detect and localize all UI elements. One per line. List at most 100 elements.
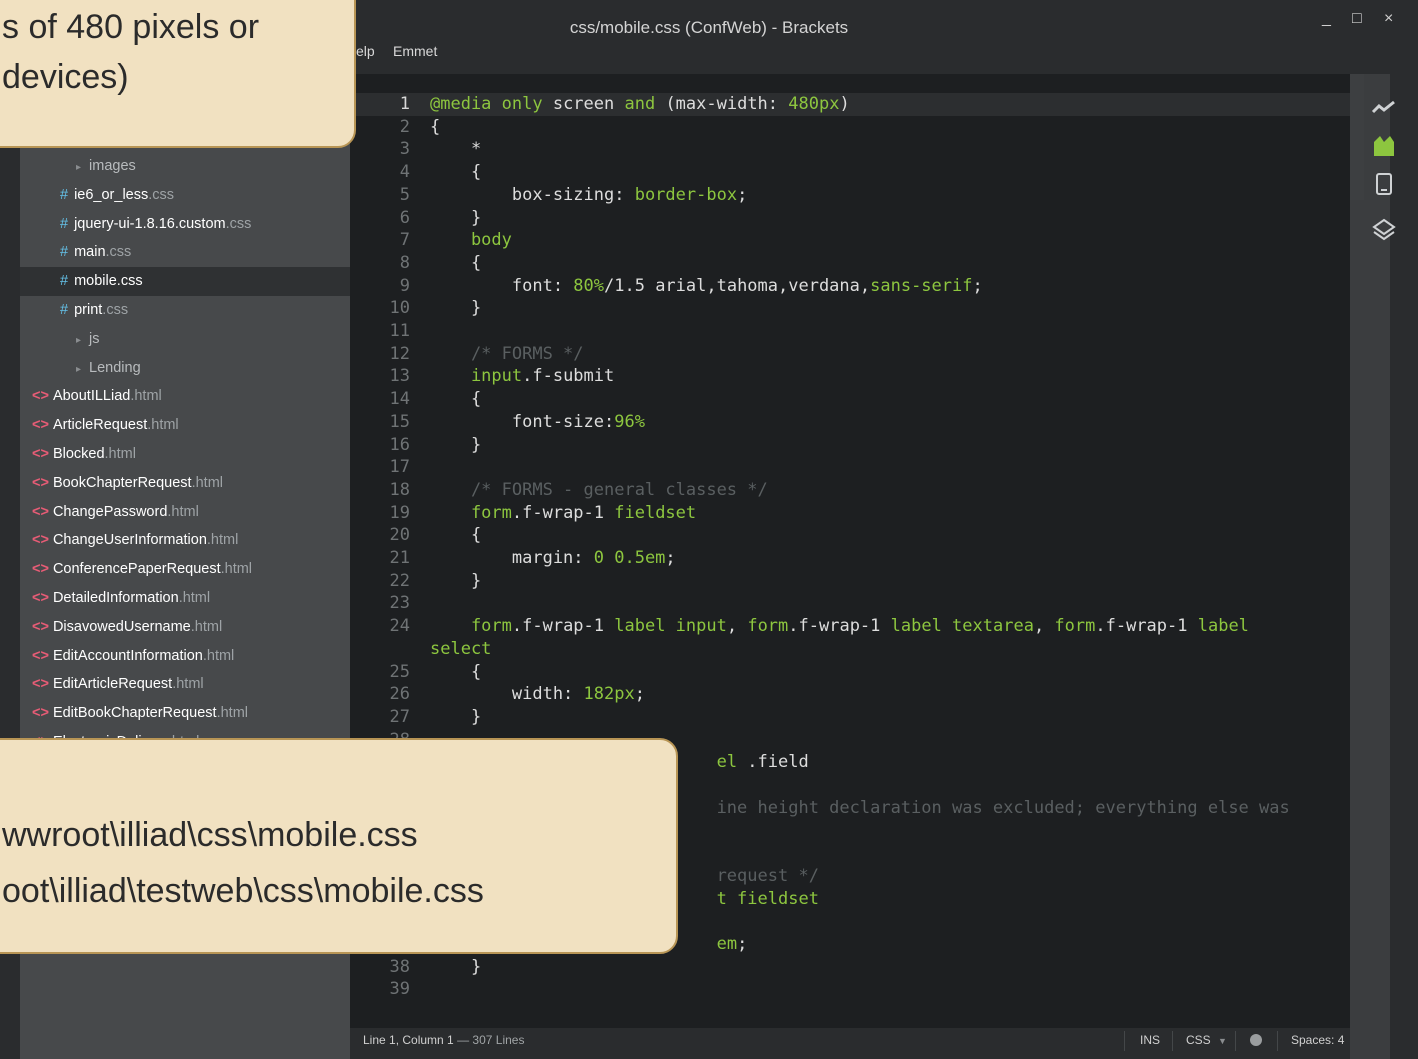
code-line[interactable]: 18 /* FORMS - general classes */ <box>350 479 1350 502</box>
code-token: label textarea <box>890 616 1034 637</box>
insert-mode-toggle[interactable]: INS <box>1140 1028 1160 1052</box>
menu-help[interactable]: elp <box>356 43 375 59</box>
code-line[interactable]: 27 } <box>350 706 1350 729</box>
code-text: form.f-wrap-1 fieldset <box>430 502 696 525</box>
layers-icon[interactable] <box>1370 216 1398 244</box>
line-number: 8 <box>399 252 410 273</box>
code-token: ) <box>839 94 850 114</box>
code-line[interactable]: 38 } <box>350 956 1350 979</box>
chevron-right-icon: ▸ <box>76 363 82 375</box>
code-line[interactable]: 10 } <box>350 297 1350 320</box>
file-name: mobile.css <box>74 273 143 290</box>
tree-file[interactable]: <> Blocked.html <box>20 440 350 469</box>
code-line[interactable]: 15 font-size:96% <box>350 411 1350 434</box>
code-text: form.f-wrap-1 label input, form.f-wrap-1… <box>430 615 1249 638</box>
tree-file[interactable]: <> ConferencePaperRequest.html <box>20 555 350 584</box>
code-text: } <box>430 297 481 320</box>
code-line[interactable]: 23 <box>350 592 1350 615</box>
tree-file[interactable]: <> DetailedInformation.html <box>20 584 350 613</box>
linter-status-icon[interactable] <box>1250 1034 1262 1046</box>
tree-file[interactable]: # mobile.css <box>20 267 350 297</box>
tree-file[interactable]: # main.css <box>20 238 350 267</box>
code-text: { <box>430 388 481 411</box>
code-line[interactable]: 11 <box>350 320 1350 343</box>
code-line[interactable]: 39 <box>350 978 1350 1001</box>
code-line[interactable]: 21 margin: 0 0.5em; <box>350 547 1350 570</box>
extension-manager-icon[interactable] <box>1370 132 1398 160</box>
code-line[interactable]: 1 @media only screen and (max-width: 480p… <box>350 93 1350 116</box>
tree-file[interactable]: <> EditBookChapterRequest.html <box>20 699 350 728</box>
code-token: label <box>1197 616 1249 637</box>
code-line[interactable]: 7 body <box>350 229 1350 252</box>
code-line[interactable]: 4 { <box>350 161 1350 184</box>
cursor-position-group: Line 1, Column 1 — 307 Lines <box>363 1028 524 1052</box>
code-text: input.f-submit <box>430 365 614 388</box>
line-number: 20 <box>389 525 410 546</box>
code-line[interactable]: select <box>350 638 1350 661</box>
maximize-button[interactable]: □ <box>1352 10 1362 28</box>
callout-file-paths: wwroot\illiad\css\mobile.css oot\illiad\… <box>0 738 678 954</box>
language-selector[interactable]: CSS ▼ <box>1186 1028 1227 1053</box>
indent-spaces[interactable]: Spaces: 4 <box>1291 1028 1344 1052</box>
tree-folder[interactable]: ▸ Lending <box>20 354 350 383</box>
code-line[interactable]: 3 * <box>350 138 1350 161</box>
code-line[interactable]: 16 } <box>350 434 1350 457</box>
callout-path-1: wwroot\illiad\css\mobile.css <box>2 816 418 854</box>
code-line[interactable]: 25 { <box>350 661 1350 684</box>
tree-file[interactable]: <> EditAccountInformation.html <box>20 642 350 671</box>
file-extension: .css <box>105 244 132 261</box>
cursor-position[interactable]: Line 1, Column 1 <box>363 1033 454 1047</box>
tree-folder[interactable]: ▸ images <box>20 152 350 181</box>
code-line[interactable]: 20 { <box>350 524 1350 547</box>
editor-scrollbar[interactable] <box>1350 74 1364 200</box>
tree-file[interactable]: # print.css <box>20 296 350 325</box>
code-token: margin: <box>430 548 594 568</box>
html-file-icon: <> <box>32 676 49 693</box>
code-line[interactable]: 13 input.f-submit <box>350 365 1350 388</box>
code-text: font-size:96% <box>430 411 645 434</box>
line-number: 23 <box>389 593 410 614</box>
html-file-icon: <> <box>32 561 49 578</box>
tree-file[interactable]: <> DisavowedUsername.html <box>20 613 350 642</box>
tree-file[interactable]: # ie6_or_less.css <box>20 181 350 210</box>
code-text: @media only screen and (max-width: 480px… <box>430 93 850 116</box>
code-token: and <box>624 94 666 114</box>
html-file-icon: <> <box>32 503 49 520</box>
code-text: width: 182px; <box>430 683 645 706</box>
tree-file[interactable]: <> EditArticleRequest.html <box>20 670 350 699</box>
callout-media-query-note: s of 480 pixels or devices) <box>0 0 356 148</box>
file-extension: .html <box>147 417 179 434</box>
tree-file[interactable]: <> ChangeUserInformation.html <box>20 526 350 555</box>
code-line[interactable]: 24 form.f-wrap-1 label input, form.f-wra… <box>350 615 1350 638</box>
html-file-icon: <> <box>32 618 49 635</box>
line-number: 1 <box>399 94 410 114</box>
tree-file[interactable]: <> ChangePassword.html <box>20 498 350 527</box>
file-name: DetailedInformation <box>52 590 179 606</box>
tree-file[interactable]: # jquery-ui-1.8.16.custom.css <box>20 210 350 239</box>
code-line[interactable]: 19 form.f-wrap-1 fieldset <box>350 502 1350 525</box>
code-token: form <box>1054 616 1096 637</box>
live-preview-icon[interactable] <box>1370 94 1398 122</box>
close-button[interactable]: × <box>1384 10 1393 28</box>
minimize-button[interactable]: _ <box>1322 10 1331 28</box>
tree-folder[interactable]: ▸ js <box>20 325 350 354</box>
code-line[interactable]: 6 } <box>350 207 1350 230</box>
code-line[interactable]: 2{ <box>350 116 1350 139</box>
code-line[interactable]: 8 { <box>350 252 1350 275</box>
tree-file[interactable]: <> BookChapterRequest.html <box>20 469 350 498</box>
menu-emmet[interactable]: Emmet <box>393 43 437 59</box>
css-file-icon: # <box>60 273 69 290</box>
code-line[interactable]: 12 /* FORMS */ <box>350 343 1350 366</box>
tree-file[interactable]: <> AboutILLiad.html <box>20 382 350 411</box>
line-count: — 307 Lines <box>457 1033 525 1047</box>
line-number: 13 <box>389 366 410 387</box>
code-line[interactable]: 5 box-sizing: border-box; <box>350 184 1350 207</box>
code-line[interactable]: 9 font: 80%/1.5 arial,tahoma,verdana,san… <box>350 275 1350 298</box>
code-line[interactable]: 22 } <box>350 570 1350 593</box>
code-line[interactable]: 14 { <box>350 388 1350 411</box>
tree-file[interactable]: <> ArticleRequest.html <box>20 411 350 440</box>
code-line[interactable]: 26 width: 182px; <box>350 683 1350 706</box>
code-line[interactable]: 17 <box>350 456 1350 479</box>
code-token: sans-serif <box>870 275 973 296</box>
device-icon[interactable] <box>1370 170 1398 198</box>
